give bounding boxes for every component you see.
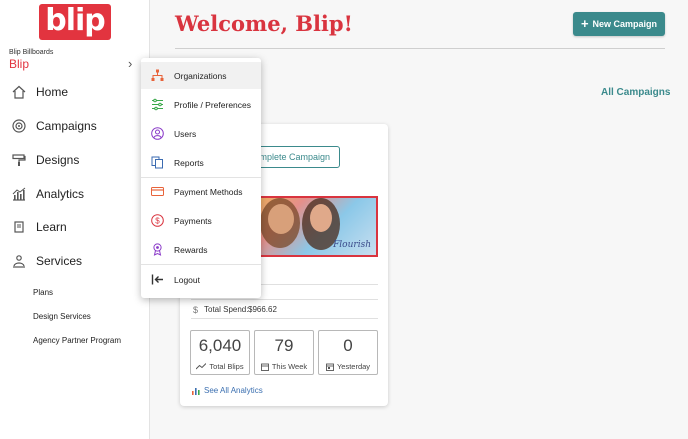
menu-item-label: Organizations [174, 70, 227, 81]
sidebar-subitem-design-services[interactable]: Design Services [33, 312, 91, 321]
menu-item-label: Payment Methods [174, 186, 243, 197]
plus-icon: + [580, 16, 589, 31]
org-chart-icon [150, 69, 164, 83]
account-label: Blip Billboards [9, 49, 54, 56]
chart-icon [11, 186, 27, 202]
dollar-icon: $ [193, 305, 199, 315]
total-spend-value: $966.62 [248, 305, 277, 314]
sidebar: blip Blip Billboards Blip › Home Campaig… [0, 0, 150, 439]
bar-chart-icon [192, 387, 200, 395]
see-all-analytics-link[interactable]: See All Analytics [192, 386, 263, 395]
sidebar-item-learn[interactable]: Learn [0, 212, 150, 242]
new-campaign-label: New Campaign [592, 19, 658, 29]
trend-icon [196, 363, 207, 370]
dollar-circle-icon: $ [150, 214, 164, 228]
banner-brand-text: Flourish [333, 240, 371, 250]
menu-item-label: Profile / Preferences [174, 99, 252, 110]
card-divider [191, 318, 378, 319]
target-icon [11, 118, 27, 134]
services-icon [11, 253, 27, 269]
menu-item-reports[interactable]: Reports [141, 149, 261, 176]
book-icon [11, 219, 27, 235]
card-divider [191, 299, 378, 300]
sidebar-item-analytics[interactable]: Analytics [0, 179, 150, 209]
menu-item-users[interactable]: Users [141, 120, 261, 147]
account-name[interactable]: Blip [9, 57, 29, 71]
menu-item-profile-preferences[interactable]: Profile / Preferences [141, 91, 261, 118]
award-icon [150, 243, 164, 257]
sidebar-item-label: Campaigns [36, 119, 97, 133]
new-campaign-button[interactable]: + New Campaign [573, 12, 665, 36]
stat-value: 0 [343, 336, 353, 355]
sidebar-item-label: Learn [36, 220, 67, 234]
stat-label: Yesterday [336, 362, 371, 371]
home-icon [11, 84, 27, 100]
menu-item-label: Rewards [174, 244, 208, 255]
stat-yesterday: 0 Yesterday [318, 330, 378, 375]
stat-value: 6,040 [198, 336, 242, 355]
user-circle-icon [150, 127, 164, 141]
page-title: Welcome, Blip! [175, 11, 353, 36]
menu-item-label: Users [174, 128, 197, 139]
total-spend-label: Total Spend: [204, 305, 249, 314]
copy-icon [150, 156, 164, 170]
svg-text:$: $ [155, 217, 160, 226]
title-divider [175, 48, 665, 49]
sliders-icon [150, 98, 164, 112]
sidebar-subitem-plans[interactable]: Plans [33, 288, 53, 297]
chevron-right-icon[interactable]: › [128, 56, 132, 71]
menu-item-label: Payments [174, 215, 212, 226]
all-campaigns-link[interactable]: All Campaigns [601, 87, 670, 98]
menu-item-organizations[interactable]: Organizations [141, 62, 261, 89]
menu-item-payment-methods[interactable]: Payment Methods [141, 178, 261, 205]
stat-label: Total Blips [209, 362, 244, 371]
calendar-icon [260, 363, 269, 371]
sidebar-item-campaigns[interactable]: Campaigns [0, 111, 150, 141]
credit-card-icon [150, 185, 164, 199]
sidebar-subitem-agency-partner[interactable]: Agency Partner Program [33, 336, 121, 345]
sidebar-item-label: Services [36, 254, 83, 268]
menu-item-payments[interactable]: $ Payments [141, 207, 261, 234]
calendar-day-icon [326, 363, 334, 371]
paint-roller-icon [11, 152, 27, 168]
stat-total-blips: 6,040 Total Blips [190, 330, 250, 375]
account-dropdown-menu: Organizations Profile / Preferences User… [141, 58, 261, 298]
sidebar-item-label: Home [36, 85, 69, 99]
menu-item-label: Reports [174, 157, 204, 168]
logout-icon [150, 273, 164, 287]
see-all-analytics-label: See All Analytics [204, 386, 263, 395]
sidebar-item-home[interactable]: Home [0, 77, 150, 107]
sidebar-item-label: Designs [36, 153, 80, 167]
menu-item-rewards[interactable]: Rewards [141, 236, 261, 263]
menu-item-label: Logout [174, 274, 200, 285]
stat-label: This Week [271, 362, 308, 371]
campaign-banner-image: Flourish [248, 196, 378, 257]
menu-item-logout[interactable]: Logout [141, 266, 261, 293]
sidebar-item-designs[interactable]: Designs [0, 145, 150, 175]
sidebar-item-services[interactable]: Services [0, 246, 150, 276]
blip-logo[interactable]: blip [39, 4, 111, 40]
sidebar-item-label: Analytics [36, 187, 85, 201]
stat-value: 79 [274, 336, 294, 355]
stat-this-week: 79 This Week [254, 330, 314, 375]
menu-divider [141, 264, 261, 265]
